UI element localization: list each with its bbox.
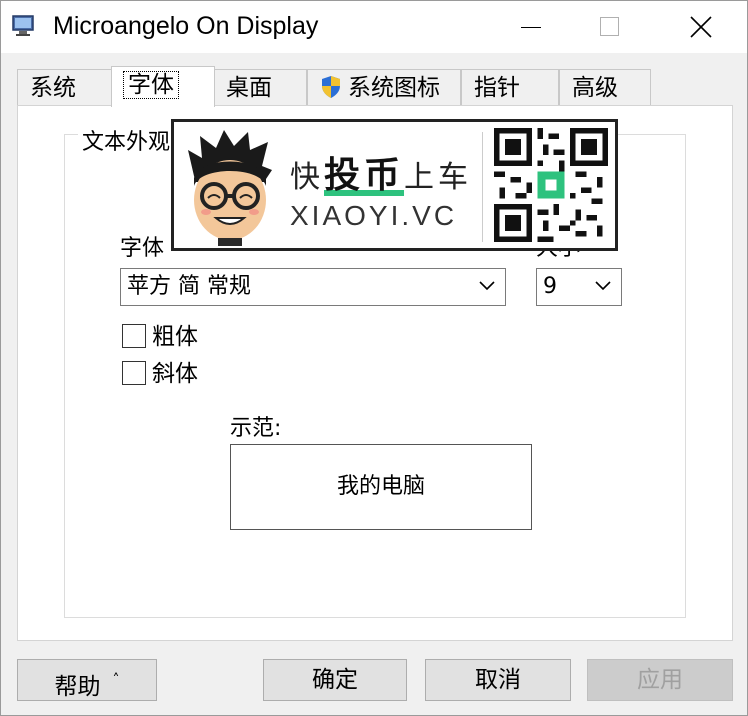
italic-label: 斜体 bbox=[152, 361, 198, 387]
ad-url: XIAOYI.VC bbox=[290, 200, 458, 231]
size-select-value: 9 bbox=[543, 274, 557, 299]
dialog-window: Microangelo On Display 系统 字体 桌面 系统图标 指针 … bbox=[0, 0, 748, 716]
group-legend: 文本外观 bbox=[78, 124, 175, 156]
tab-advanced[interactable]: 高级 bbox=[559, 69, 651, 106]
cartoon-avatar-icon bbox=[188, 130, 272, 246]
apply-button[interactable]: 应用 bbox=[587, 659, 733, 701]
maximize-button[interactable] bbox=[579, 1, 639, 53]
tab-label: 系统 bbox=[30, 75, 76, 101]
ad-headline: 快投币上车 bbox=[290, 146, 472, 198]
sample-text: 我的电脑 bbox=[336, 474, 425, 499]
tab-system-icons[interactable]: 系统图标 bbox=[307, 69, 461, 106]
monitor-app-icon bbox=[12, 15, 34, 36]
caret-up-icon: ˄ bbox=[112, 672, 120, 688]
chevron-down-icon bbox=[479, 281, 495, 291]
tab-label: 字体 bbox=[123, 71, 179, 99]
apply-button-label: 应用 bbox=[637, 667, 683, 693]
ad-divider bbox=[482, 132, 483, 242]
chevron-down-icon bbox=[595, 281, 611, 291]
italic-checkbox[interactable] bbox=[122, 361, 146, 385]
tab-label: 高级 bbox=[572, 75, 618, 101]
close-button[interactable] bbox=[671, 1, 731, 53]
font-select[interactable]: 苹方 简 常规 bbox=[120, 268, 506, 306]
qr-code-icon bbox=[494, 128, 608, 242]
ad-headline-post: 上车 bbox=[404, 160, 473, 195]
cancel-button[interactable]: 取消 bbox=[425, 659, 571, 701]
help-button-label: 帮助 bbox=[54, 674, 101, 700]
ok-button[interactable]: 确定 bbox=[263, 659, 407, 701]
cancel-button-label: 取消 bbox=[475, 667, 521, 693]
sample-preview: 我的电脑 bbox=[230, 444, 532, 530]
font-label: 字体 bbox=[120, 236, 165, 261]
bold-label: 粗体 bbox=[152, 324, 198, 350]
tab-label: 指针 bbox=[474, 75, 520, 101]
ok-button-label: 确定 bbox=[312, 667, 358, 693]
size-select[interactable]: 9 bbox=[536, 268, 622, 306]
watermark-overlay: 快投币上车 XIAOYI.VC bbox=[171, 119, 618, 251]
shield-icon bbox=[322, 76, 340, 98]
tab-desktop[interactable]: 桌面 bbox=[213, 69, 307, 106]
tab-label: 系统图标 bbox=[348, 75, 440, 101]
close-icon bbox=[690, 16, 712, 38]
minimize-button[interactable] bbox=[501, 1, 561, 53]
ad-headline-pre: 快 bbox=[290, 160, 324, 195]
bold-checkbox[interactable] bbox=[122, 324, 146, 348]
help-button[interactable]: 帮助 ˄ bbox=[17, 659, 157, 701]
tab-font[interactable]: 字体 bbox=[111, 66, 215, 107]
tab-pointers[interactable]: 指针 bbox=[461, 69, 559, 106]
window-title: Microangelo On Display bbox=[53, 12, 319, 40]
tab-system[interactable]: 系统 bbox=[17, 69, 113, 106]
ad-headline-highlight: 投币 bbox=[324, 155, 405, 196]
sample-label: 示范: bbox=[230, 416, 282, 441]
font-select-value: 苹方 简 常规 bbox=[127, 274, 251, 299]
tab-label: 桌面 bbox=[226, 75, 272, 101]
title-bar: Microangelo On Display bbox=[1, 1, 747, 53]
